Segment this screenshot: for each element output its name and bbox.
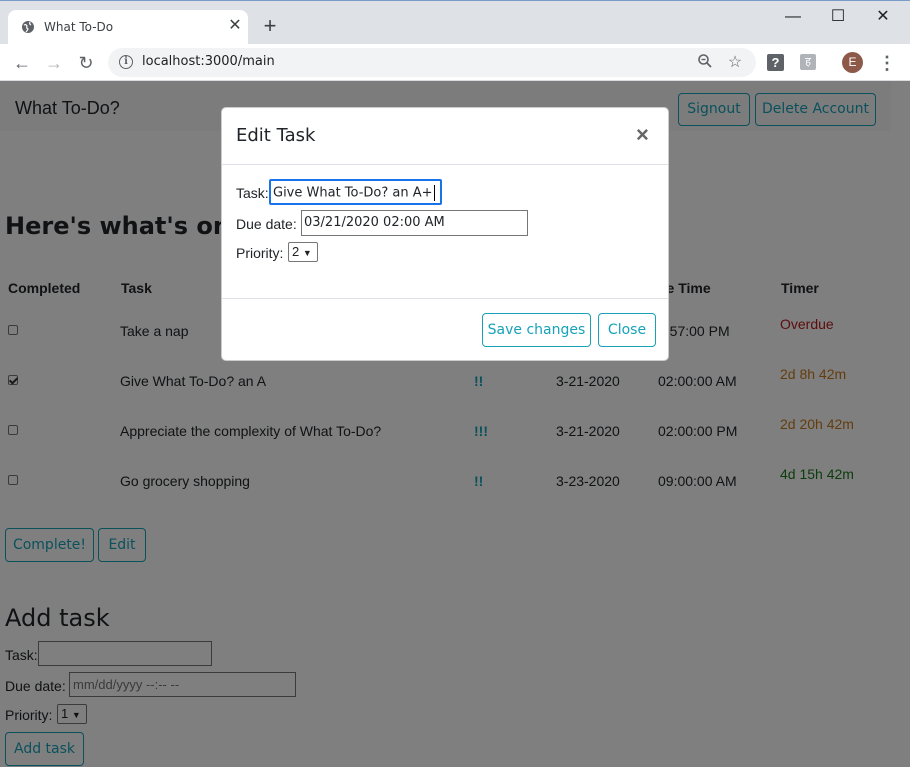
modal-header-divider — [222, 164, 668, 165]
profile-avatar[interactable]: E — [842, 52, 863, 73]
save-changes-button[interactable]: Save changes — [482, 313, 591, 347]
zoom-icon[interactable] — [695, 53, 715, 73]
modal-footer-divider — [222, 298, 668, 299]
address-bar[interactable]: i localhost:3000/main ☆ — [108, 48, 756, 77]
reload-icon[interactable]: ↻ — [74, 51, 98, 75]
url-text: localhost:3000/main — [142, 54, 275, 69]
forward-icon[interactable]: → — [42, 51, 66, 75]
new-tab-icon[interactable]: + — [259, 15, 281, 37]
minimize-icon[interactable]: — — [778, 7, 808, 27]
modal-close-button[interactable]: Close — [598, 313, 656, 347]
modal-task-value: Give What To-Do? an A+ — [273, 185, 433, 201]
modal-priority-select[interactable]: 2 ▼ — [288, 242, 318, 262]
window-close-icon[interactable]: ✕ — [868, 7, 898, 27]
modal-title: Edit Task — [236, 125, 316, 146]
help-extension-icon[interactable]: ? — [767, 54, 784, 71]
chevron-down-icon: ▼ — [302, 248, 312, 258]
back-icon[interactable]: ← — [10, 51, 34, 75]
extension-icon[interactable]: ह — [800, 54, 816, 70]
info-icon[interactable]: i — [119, 55, 133, 69]
modal-due-date-label: Due date: — [236, 216, 297, 232]
modal-task-label: Task: — [236, 185, 269, 201]
menu-kebab-icon[interactable]: ⋮ — [878, 52, 896, 74]
tab-close-icon[interactable]: ✕ — [226, 16, 244, 36]
browser-toolbar: ← → ↻ i localhost:3000/main ☆ ? ह E ⋮ — [0, 44, 910, 81]
modal-priority-value: 2 — [292, 244, 300, 259]
modal-task-input[interactable]: Give What To-Do? an A+ — [269, 179, 442, 205]
modal-close-icon[interactable]: × — [636, 124, 649, 146]
bookmark-star-icon[interactable]: ☆ — [725, 53, 745, 73]
browser-tab[interactable]: What To-Do ✕ — [8, 10, 248, 45]
modal-priority-label: Priority: — [236, 245, 284, 261]
browser-tabstrip: What To-Do ✕ + — ☐ ✕ — [0, 0, 910, 45]
edit-task-modal: Edit Task × Task: Give What To-Do? an A+… — [221, 107, 669, 361]
tab-title: What To-Do — [44, 20, 114, 34]
modal-due-date-input[interactable]: 03/21/2020 02:00 AM — [301, 210, 528, 236]
maximize-icon[interactable]: ☐ — [823, 7, 853, 27]
text-caret — [433, 185, 435, 201]
globe-icon — [22, 21, 34, 33]
